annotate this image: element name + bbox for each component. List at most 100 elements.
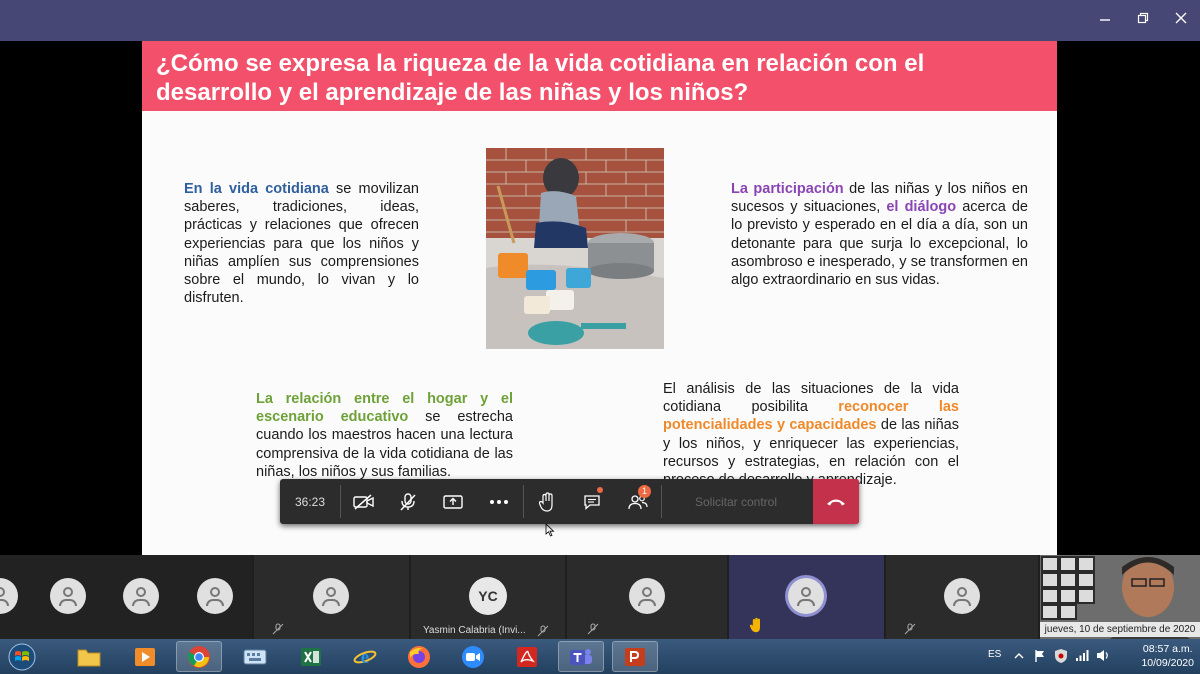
mic-muted-icon xyxy=(587,623,599,635)
clock-date: 10/09/2020 xyxy=(1141,657,1194,669)
taskbar-excel[interactable] xyxy=(288,641,334,672)
participant-tile-hand-raised[interactable] xyxy=(729,555,884,639)
participant-tile[interactable] xyxy=(254,555,409,639)
minimize-icon[interactable] xyxy=(1090,8,1120,32)
system-clock[interactable]: 08:57 a.m. 10/09/2020 xyxy=(1141,642,1194,670)
clock-time: 08:57 a.m. xyxy=(1142,643,1193,655)
highlight-dialogue: el diálogo xyxy=(886,199,957,216)
window-title-bar xyxy=(0,0,1200,41)
taskbar-zoom[interactable] xyxy=(450,641,496,672)
taskbar-teams[interactable] xyxy=(558,641,604,672)
divider xyxy=(661,485,662,518)
raised-hand-icon xyxy=(749,617,760,633)
mic-off-icon xyxy=(400,492,416,511)
shared-screen-stage: ¿Cómo se expresa la riqueza de la vida c… xyxy=(0,41,1200,555)
mic-off-button[interactable] xyxy=(386,479,430,524)
paragraph-analysis: El análisis de las situaciones de la vid… xyxy=(663,380,959,489)
request-control-button[interactable]: Solicitar control xyxy=(663,479,809,524)
paragraph-daily-life: En la vida cotidiana se movilizan sabere… xyxy=(184,180,419,307)
avatar xyxy=(629,578,665,614)
firefox-icon xyxy=(408,645,430,668)
raise-hand-icon xyxy=(539,491,553,512)
taskbar-internet-explorer[interactable]: e xyxy=(342,641,388,672)
avatar xyxy=(944,578,980,614)
maximize-icon[interactable] xyxy=(1128,8,1158,32)
date-label: jueves, 10 de septiembre de 2020 xyxy=(1040,622,1200,637)
highlight-participation: La participación xyxy=(731,181,844,197)
share-screen-icon xyxy=(443,494,463,509)
taskbar-firefox[interactable] xyxy=(396,641,442,672)
call-timer: 36:23 xyxy=(280,479,340,524)
svg-text:e: e xyxy=(361,647,369,668)
avatar-initials: YC xyxy=(469,577,507,615)
avatar xyxy=(123,578,159,614)
avatar xyxy=(197,578,233,614)
flag-icon[interactable] xyxy=(1034,649,1046,663)
chevron-up-icon[interactable] xyxy=(1014,652,1024,660)
excel-icon xyxy=(301,647,321,666)
participant-tile[interactable] xyxy=(886,555,1038,639)
taskbar-acrobat[interactable] xyxy=(504,641,550,672)
camera-off-icon xyxy=(353,493,374,510)
start-button[interactable] xyxy=(2,641,42,672)
taskbar-powerpoint[interactable] xyxy=(612,641,658,672)
internet-explorer-icon: e xyxy=(353,647,377,668)
participant-tile-yasmin[interactable]: YC Yasmin Calabria (Invi... xyxy=(411,555,565,639)
self-video-preview[interactable]: jueves, 10 de septiembre de 2020 xyxy=(1040,555,1200,639)
chrome-icon xyxy=(188,645,210,668)
slide-title: ¿Cómo se expresa la riqueza de la vida c… xyxy=(156,50,925,106)
mic-muted-icon xyxy=(537,625,549,637)
avatar xyxy=(788,578,824,614)
participants-strip: YC Yasmin Calabria (Invi... jueves, 10 d… xyxy=(0,555,1200,639)
paragraph-text: se movilizan saberes, tradiciones, ideas… xyxy=(184,181,419,307)
avatar xyxy=(313,578,349,614)
mouse-cursor-icon xyxy=(545,523,555,537)
keyboard-icon xyxy=(243,649,267,664)
call-timer-text: 36:23 xyxy=(294,494,326,509)
participants-badge: 1 xyxy=(638,485,651,498)
meeting-controls-bar: 36:23 1 Solicitar control xyxy=(280,479,859,524)
raise-hand-button[interactable] xyxy=(525,479,569,524)
participant-name: Yasmin Calabria (Invi... xyxy=(423,625,526,636)
mic-muted-icon xyxy=(904,623,916,635)
teams-icon xyxy=(570,648,592,665)
more-icon xyxy=(490,499,508,504)
media-player-icon xyxy=(135,647,155,666)
volume-icon[interactable] xyxy=(1096,649,1110,662)
presentation-slide: ¿Cómo se expresa la riqueza de la vida c… xyxy=(142,41,1057,555)
hang-up-button[interactable] xyxy=(813,479,859,524)
chat-button[interactable] xyxy=(569,479,615,524)
taskbar-media-player[interactable] xyxy=(122,641,168,672)
child-playing-photo xyxy=(486,148,664,349)
language-indicator[interactable]: ES xyxy=(988,649,1001,660)
paragraph-home-relation: La relación entre el hogar y el escenari… xyxy=(256,390,513,481)
highlight-daily-life: En la vida cotidiana xyxy=(184,181,329,197)
taskbar-chrome[interactable] xyxy=(176,641,222,672)
avatar xyxy=(50,578,86,614)
pdf-icon xyxy=(517,646,537,667)
divider xyxy=(523,485,524,518)
chat-notification-dot xyxy=(597,487,603,493)
windows-taskbar: e ES 08:57 a.m. 10/09/2020 xyxy=(0,639,1200,674)
signal-bars-icon[interactable] xyxy=(1075,648,1089,662)
mic-muted-icon xyxy=(272,623,284,635)
windows-start-icon xyxy=(8,643,36,670)
hang-up-icon xyxy=(827,499,845,505)
security-icon[interactable] xyxy=(1054,648,1068,664)
avatar xyxy=(0,578,18,614)
taskbar-file-explorer[interactable] xyxy=(66,641,112,672)
chat-icon xyxy=(584,494,600,510)
request-control-label: Solicitar control xyxy=(694,494,778,509)
close-icon[interactable] xyxy=(1166,8,1196,32)
paragraph-participation: La participación de las niñas y los niño… xyxy=(731,180,1028,289)
taskbar-virtual-keyboard[interactable] xyxy=(232,641,278,672)
powerpoint-icon xyxy=(625,647,645,666)
camera-off-button[interactable] xyxy=(342,479,386,524)
participant-tile[interactable] xyxy=(0,555,252,639)
share-screen-button[interactable] xyxy=(430,479,476,524)
divider xyxy=(340,485,341,518)
folder-icon xyxy=(77,649,101,666)
participants-button[interactable]: 1 xyxy=(615,479,661,524)
participant-tile[interactable] xyxy=(567,555,727,639)
more-actions-button[interactable] xyxy=(476,479,522,524)
